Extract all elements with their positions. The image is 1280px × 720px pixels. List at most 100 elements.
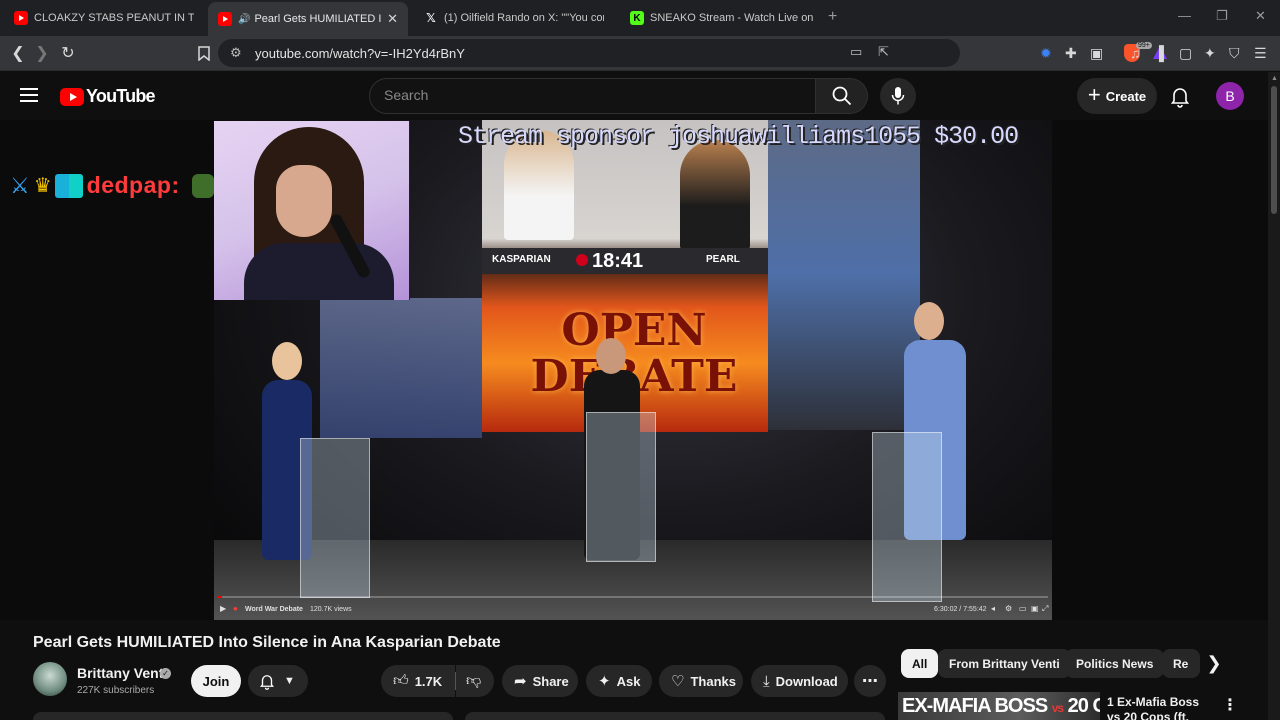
stage-left-name: KASPARIAN (492, 254, 551, 265)
channel-name[interactable]: Brittany Venti (77, 665, 167, 681)
close-tab-icon[interactable]: ✕ (387, 11, 398, 27)
stage-clock: 18:41 (592, 250, 644, 272)
dislike-button[interactable]: 👎︎ (456, 665, 494, 697)
download-icon: ⤓ (763, 672, 770, 690)
address-bar[interactable]: ⚙ youtube.com/watch?v=-IH2Yd4rBnY ▭ ⇱ 99… (218, 39, 1167, 67)
notification-settings-button[interactable]: ▼ (248, 665, 308, 697)
tab-title: (1) Oilfield Rando on X: ""You come t (444, 12, 604, 24)
like-button[interactable]: 👍︎ 1.7K (381, 665, 455, 697)
thumbnail-right-text: 20 COPS (1067, 695, 1100, 717)
account-avatar[interactable]: B (1216, 82, 1244, 110)
download-label: Download (775, 673, 838, 689)
media-controls-icon[interactable]: ♫ (1130, 45, 1141, 61)
new-tab-button[interactable]: + (828, 8, 837, 26)
bag-emote-icon (191, 173, 214, 198)
more-dots-icon: ⋯ (862, 673, 878, 690)
speaker-right-head (914, 302, 944, 340)
restore-icon[interactable]: ❐ (1216, 8, 1228, 24)
moderator-head (596, 338, 626, 374)
site-info-icon[interactable]: ⚙ (230, 45, 242, 61)
tab-sneako-kick[interactable]: K SNEAKO Stream - Watch Live on Kick (620, 4, 826, 32)
inner-volume-icon: ◂ (991, 604, 996, 613)
extension-gear-icon[interactable]: ✹ (1040, 45, 1052, 62)
chip-politics-news[interactable]: Politics News (1065, 649, 1165, 678)
thanks-heart-icon: ♡ (671, 673, 685, 690)
thumbs-down-icon: 👎︎ (466, 672, 482, 689)
screenshot-icon[interactable]: ▣ (1090, 45, 1103, 62)
recommended-thumbnail[interactable]: EX-MAFIA BOSS vs 20 COPS (898, 692, 1100, 720)
description-box[interactable] (33, 712, 453, 720)
search-icon (832, 86, 851, 106)
join-button[interactable]: Join (191, 665, 241, 697)
create-label: Create (1105, 88, 1147, 104)
inner-view-count: 120.7K views (310, 606, 352, 613)
extensions-puzzle-icon[interactable]: ✚ (1065, 45, 1077, 62)
recommended-title[interactable]: 1 Ex-Mafia Boss vs 20 Cops (ft. Micha (1107, 695, 1207, 720)
tab-oilfield-rando[interactable]: 𝕏 (1) Oilfield Rando on X: ""You come t (414, 4, 614, 32)
flag-icon (576, 254, 588, 266)
stage-right-name: PEARL (706, 254, 740, 265)
voice-search-button[interactable] (880, 78, 916, 114)
thumbnail-left-text: EX-MAFIA BOSS (902, 695, 1048, 717)
back-icon[interactable]: ❮ (7, 42, 29, 64)
thumbnail-caption: EX-MAFIA BOSS vs 20 COPS (902, 695, 1100, 718)
plus-icon: + (1087, 82, 1101, 107)
minimize-icon[interactable]: — (1178, 8, 1191, 23)
inner-progress-bar[interactable] (218, 596, 1048, 598)
wallet-icon[interactable]: ▢ (1179, 45, 1192, 62)
side-screen-left (320, 298, 482, 438)
search-button[interactable] (816, 78, 868, 114)
chevron-right-icon[interactable]: ❯ (1203, 652, 1225, 674)
chat-username: dedpap: (86, 172, 180, 198)
scrollbar-thumb[interactable] (1271, 86, 1277, 214)
channel-avatar[interactable] (33, 662, 67, 696)
speaker-icon[interactable]: 🔊 (238, 14, 250, 25)
thanks-button[interactable]: ♡ Thanks (659, 665, 743, 697)
scroll-up-arrow-icon[interactable]: ▲ (1271, 75, 1278, 82)
share-button[interactable]: ➦ Share (502, 665, 578, 697)
search-input[interactable] (384, 87, 794, 103)
share-page-icon[interactable]: ⇱ (878, 44, 889, 60)
youtube-icon (14, 11, 28, 25)
create-button[interactable]: + Create (1077, 78, 1157, 114)
share-label: Share (532, 673, 569, 689)
thumbnail-vs-text: vs (1051, 701, 1064, 715)
side-screen-right (768, 120, 920, 430)
ask-label: Ask (616, 673, 641, 689)
bookmark-icon[interactable] (193, 42, 215, 64)
forward-icon[interactable]: ❯ (31, 42, 53, 64)
youtube-logo[interactable]: YouTube (60, 86, 156, 107)
chip-all[interactable]: All (901, 649, 939, 678)
badge-emote-icon (54, 173, 83, 198)
sparkle-icon: ✦ (598, 673, 611, 690)
chat-emote-overlay: ⚔ ♛ dedpap: (10, 172, 214, 199)
menu-icon[interactable]: ☰ (1254, 45, 1267, 62)
webcam-face (276, 165, 332, 237)
browser-tab-strip: CLOAKZY STABS PEANUT IN THE BAC 🔊 Pearl … (0, 0, 1280, 36)
vpn-shield-icon[interactable]: ⛉ (1229, 45, 1240, 62)
inner-channel-name: Word War Debate (245, 606, 303, 613)
leo-ai-icon[interactable]: ✦ (1204, 45, 1216, 62)
inner-play-icon: ▶ (220, 604, 227, 613)
notifications-bell-icon[interactable] (1168, 84, 1192, 108)
ask-button[interactable]: ✦ Ask (586, 665, 652, 697)
sidebar-toggle-icon[interactable]: ▐ (1154, 45, 1164, 61)
download-button[interactable]: ⤓ Download (751, 665, 848, 697)
subscriber-count: 227K subscribers (77, 685, 155, 696)
like-count: 1.7K (414, 673, 443, 689)
chip-from-channel[interactable]: From Brittany Venti (938, 649, 1071, 678)
url-text[interactable]: youtube.com/watch?v=-IH2Yd4rBnY (255, 46, 465, 61)
more-actions-button[interactable]: ⋯ (854, 665, 886, 697)
sword-emote-icon: ⚔ (10, 172, 30, 198)
window-close-icon[interactable]: ✕ (1255, 8, 1266, 24)
chip-related[interactable]: Re (1162, 649, 1200, 678)
reload-icon[interactable]: ↻ (57, 42, 79, 64)
cast-icon[interactable]: ▭ (850, 44, 862, 60)
guide-menu-icon[interactable] (20, 88, 38, 102)
recommended-menu-icon[interactable]: ⋮ (1222, 695, 1238, 715)
comment-box[interactable] (465, 712, 885, 720)
page-scrollbar[interactable]: ▲ (1268, 72, 1280, 720)
tab-cloakzy[interactable]: CLOAKZY STABS PEANUT IN THE BAC (4, 4, 204, 32)
verified-badge-icon: ✓ (160, 668, 171, 679)
tab-pearl-video[interactable]: 🔊 Pearl Gets HUMILIATED Into Si ✕ (208, 2, 408, 36)
